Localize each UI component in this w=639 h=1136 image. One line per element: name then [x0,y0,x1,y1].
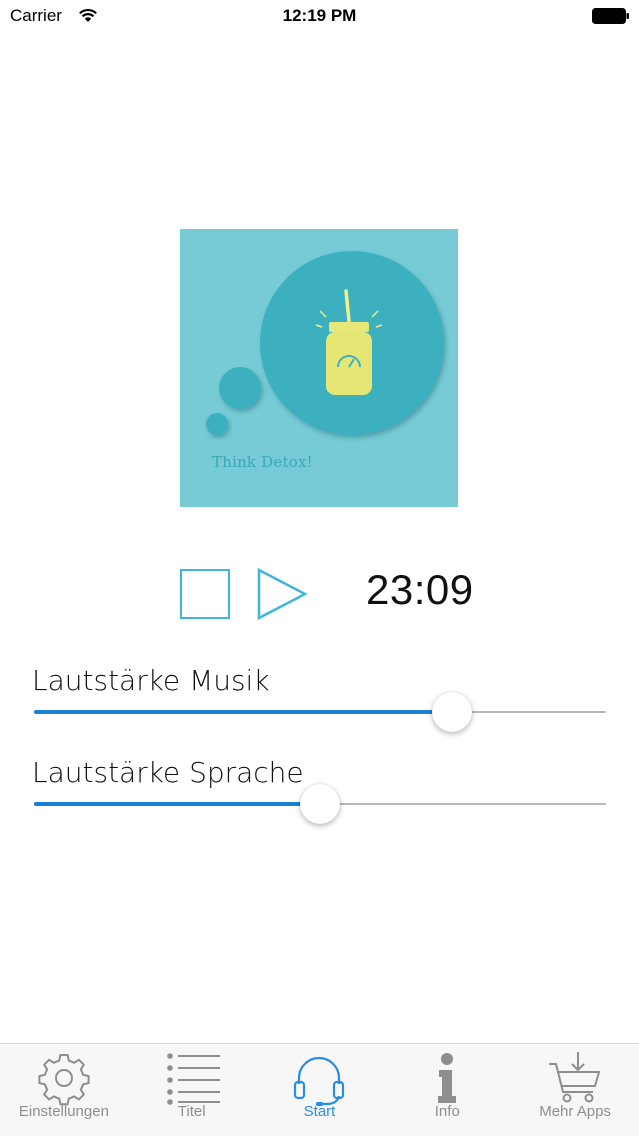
headphones-icon [294,1056,345,1106]
status-bar: Carrier 12:19 PM [0,0,639,34]
tab-titles[interactable]: Titel [128,1044,256,1136]
artwork-caption: Think Detox! [212,453,313,471]
tab-label: Mehr Apps [539,1103,611,1120]
tab-bar: Einstellungen Titel Start Info Mehr Apps [0,1043,639,1136]
voice-volume-slider[interactable] [34,784,606,824]
info-icon [438,1053,457,1103]
battery-icon [592,8,629,24]
slider-thumb[interactable] [431,692,472,732]
tab-info[interactable]: Info [383,1044,511,1136]
tab-label: Info [434,1103,460,1120]
tab-more-apps[interactable]: Mehr Apps [511,1044,639,1136]
gear-icon [38,1054,90,1106]
tab-label: Titel [177,1103,206,1120]
album-artwork: Think Detox! [180,229,458,507]
slider-fill [34,802,320,806]
list-icon [166,1053,220,1105]
status-time: 12:19 PM [282,6,357,25]
tab-label: Start [303,1103,336,1120]
stop-button[interactable] [180,569,230,619]
music-volume-slider[interactable] [34,692,606,732]
playback-timer: 23:09 [366,566,474,613]
play-button[interactable] [256,568,308,620]
tab-start[interactable]: Start [256,1044,384,1136]
tab-settings[interactable]: Einstellungen [0,1044,128,1136]
slider-thumb[interactable] [300,784,340,824]
cart-icon [549,1052,601,1103]
slider-fill [34,710,452,714]
tab-label: Einstellungen [18,1103,109,1120]
